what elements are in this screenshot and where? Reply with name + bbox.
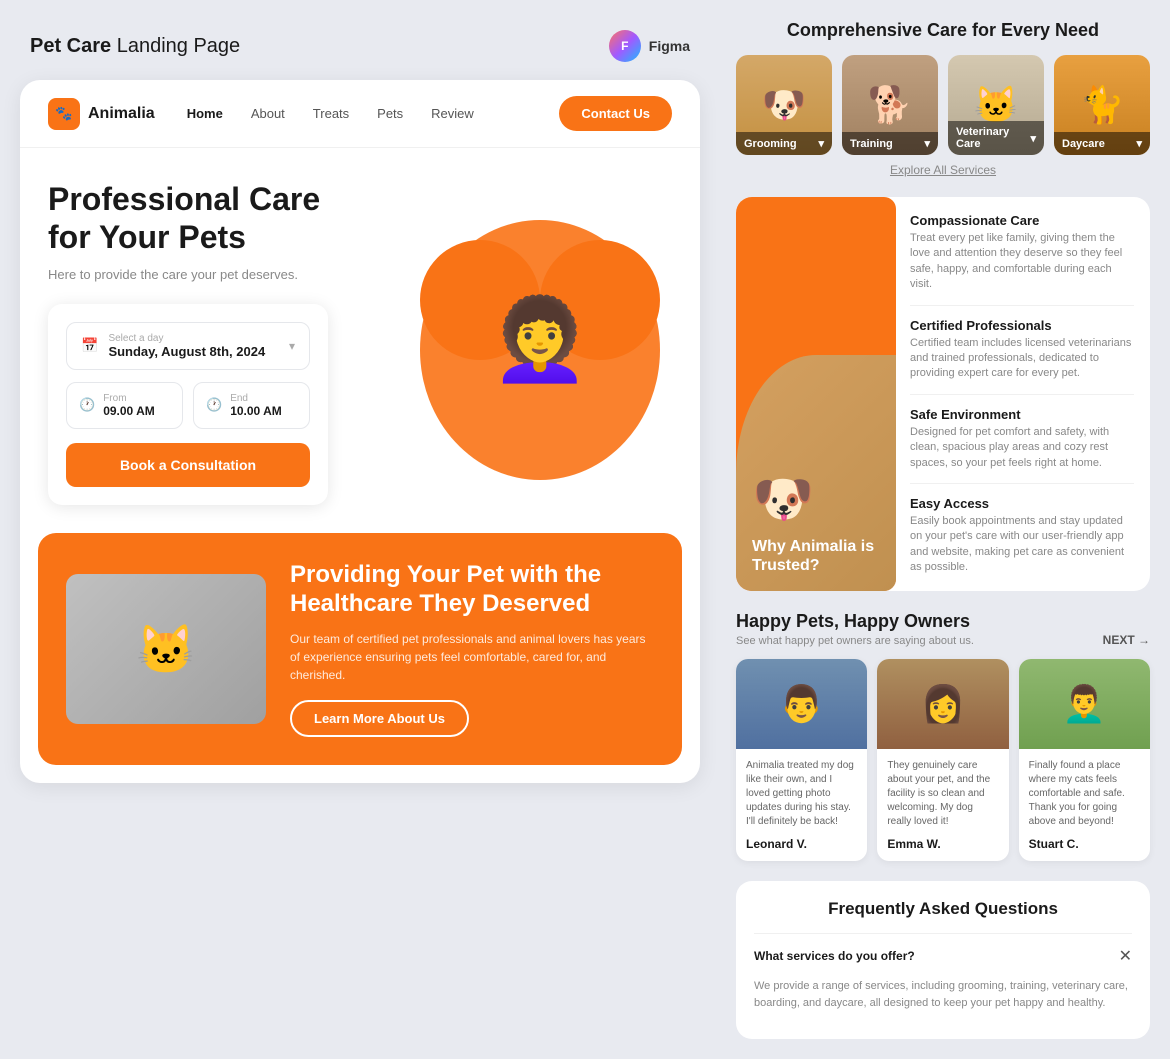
bottom-card-content: Providing Your Pet with the Healthcare T… (290, 561, 654, 738)
nav-links: Home About Treats Pets Review (187, 106, 528, 121)
page-title-bar: Pet Care Landing Page F Figma (20, 30, 700, 62)
service-daycare[interactable]: 🐈 Daycare ▾ (1054, 55, 1150, 155)
service-training[interactable]: 🐕 Training ▾ (842, 55, 938, 155)
why-item-safe: Safe Environment Designed for pet comfor… (910, 407, 1134, 484)
testimonial-stuart: 👨‍🦱 Finally found a place where my cats … (1019, 659, 1150, 861)
hero-content: Professional Carefor Your Pets Here to p… (48, 180, 672, 505)
why-item-compassionate: Compassionate Care Treat every pet like … (910, 213, 1134, 306)
nav-pets[interactable]: Pets (377, 106, 403, 121)
end-time-value: 10.00 AM (230, 404, 282, 418)
navbar: 🐾 Animalia Home About Treats Pets Review… (20, 80, 700, 148)
nav-about[interactable]: About (251, 106, 285, 121)
testimonial-text-1: Animalia treated my dog like their own, … (746, 759, 857, 829)
time-row: 🕐 From 09.00 AM 🕐 End 10.00 AM (66, 382, 310, 429)
why-item-title: Compassionate Care (910, 213, 1134, 228)
end-time-input[interactable]: 🕐 End 10.00 AM (193, 382, 310, 429)
why-item-certified: Certified Professionals Certified team i… (910, 318, 1134, 395)
faq-section: Frequently Asked Questions What services… (736, 881, 1150, 1039)
testimonials-grid: 👨 Animalia treated my dog like their own… (736, 659, 1150, 861)
bottom-card-title: Providing Your Pet with the Healthcare T… (290, 561, 654, 619)
testimonials-title: Happy Pets, Happy Owners (736, 611, 974, 632)
faq-close-icon: ✕ (1119, 946, 1132, 966)
figma-icon: F (609, 30, 641, 62)
hero-section: Professional Carefor Your Pets Here to p… (20, 148, 700, 533)
testimonial-photo-1: 👨 (736, 659, 867, 749)
testimonial-text-3: Finally found a place where my cats feel… (1029, 759, 1140, 829)
testimonials-header: Happy Pets, Happy Owners See what happy … (736, 611, 1150, 647)
service-daycare-label: Daycare ▾ (1054, 132, 1150, 155)
services-section: Comprehensive Care for Every Need 🐶 Groo… (736, 20, 1150, 177)
why-image: 🐶 Why Animalia is Trusted? (736, 197, 896, 591)
end-clock-icon: 🕐 (206, 397, 222, 413)
faq-question-1: What services do you offer? (754, 949, 915, 963)
logo-icon: 🐾 (48, 98, 80, 130)
nav-review[interactable]: Review (431, 106, 474, 121)
hero-title: Professional Carefor Your Pets (48, 180, 672, 257)
dog-image: 🐶 (752, 470, 814, 529)
nav-treats[interactable]: Treats (313, 106, 349, 121)
explore-all-link[interactable]: Explore All Services (736, 163, 1150, 177)
why-item-easy: Easy Access Easily book appointments and… (910, 496, 1134, 576)
booking-widget: 📅 Select a day Sunday, August 8th, 2024 … (48, 304, 328, 505)
cat-image: 🐱 (66, 574, 266, 724)
end-label: End (230, 393, 282, 404)
why-section: 🐶 Why Animalia is Trusted? Compassionate… (736, 197, 1150, 591)
testimonial-text-2: They genuinely care about your pet, and … (887, 759, 998, 829)
date-value: Sunday, August 8th, 2024 (108, 344, 265, 359)
why-item-text: Designed for pet comfort and safety, wit… (910, 425, 1134, 471)
calendar-icon: 📅 (81, 337, 98, 354)
testimonial-leonard: 👨 Animalia treated my dog like their own… (736, 659, 867, 861)
why-title: Why Animalia is Trusted? (752, 537, 880, 575)
date-label: Select a day (108, 333, 265, 344)
nav-home[interactable]: Home (187, 106, 223, 121)
service-grooming[interactable]: 🐶 Grooming ▾ (736, 55, 832, 155)
next-button[interactable]: NEXT → (1103, 633, 1150, 647)
why-item-text: Easily book appointments and stay update… (910, 514, 1134, 576)
faq-title: Frequently Asked Questions (754, 899, 1132, 919)
bottom-card-text: Our team of certified pet professionals … (290, 630, 654, 684)
testimonial-name-1: Leonard V. (746, 837, 857, 851)
testimonial-name-2: Emma W. (887, 837, 998, 851)
why-item-text: Treat every pet like family, giving them… (910, 231, 1134, 293)
service-vet[interactable]: 🐱 Veterinary Care ▾ (948, 55, 1044, 155)
date-selector[interactable]: 📅 Select a day Sunday, August 8th, 2024 … (66, 322, 310, 370)
why-item-title: Certified Professionals (910, 318, 1134, 333)
testimonial-photo-3: 👨‍🦱 (1019, 659, 1150, 749)
hero-subtitle: Here to provide the care your pet deserv… (48, 267, 672, 282)
from-time-value: 09.00 AM (103, 404, 155, 418)
book-consultation-button[interactable]: Book a Consultation (66, 443, 310, 487)
faq-answer-1: We provide a range of services, includin… (754, 978, 1132, 1021)
website-card: 🐾 Animalia Home About Treats Pets Review… (20, 80, 700, 783)
page-title: Pet Care Landing Page (30, 35, 240, 58)
learn-more-button[interactable]: Learn More About Us (290, 700, 469, 737)
testimonials-subtitle: See what happy pet owners are saying abo… (736, 635, 974, 647)
why-item-title: Safe Environment (910, 407, 1134, 422)
why-item-text: Certified team includes licensed veterin… (910, 336, 1134, 382)
chevron-down-icon: ▾ (289, 339, 295, 353)
clock-icon: 🕐 (79, 397, 95, 413)
figma-badge: F Figma (609, 30, 690, 62)
service-training-label: Training ▾ (842, 132, 938, 155)
bottom-card: 🐱 Providing Your Pet with the Healthcare… (38, 533, 682, 766)
right-panel: Comprehensive Care for Every Need 🐶 Groo… (720, 0, 1170, 1059)
testimonial-name-3: Stuart C. (1029, 837, 1140, 851)
logo: 🐾 Animalia (48, 98, 155, 130)
testimonial-emma: 👩 They genuinely care about your pet, an… (877, 659, 1008, 861)
testimonial-photo-2: 👩 (877, 659, 1008, 749)
why-item-title: Easy Access (910, 496, 1134, 511)
testimonials-section: Happy Pets, Happy Owners See what happy … (736, 611, 1150, 861)
service-vet-label: Veterinary Care ▾ (948, 121, 1044, 155)
service-grooming-label: Grooming ▾ (736, 132, 832, 155)
from-label: From (103, 393, 155, 404)
contact-button[interactable]: Contact Us (559, 96, 672, 131)
services-title: Comprehensive Care for Every Need (736, 20, 1150, 41)
why-content: Compassionate Care Treat every pet like … (910, 197, 1150, 591)
from-time-input[interactable]: 🕐 From 09.00 AM (66, 382, 183, 429)
left-panel: Pet Care Landing Page F Figma 🐾 Animalia… (0, 0, 720, 1059)
faq-item-1[interactable]: What services do you offer? ✕ (754, 933, 1132, 978)
services-grid: 🐶 Grooming ▾ 🐕 Training ▾ 🐱 Veterinary C… (736, 55, 1150, 155)
